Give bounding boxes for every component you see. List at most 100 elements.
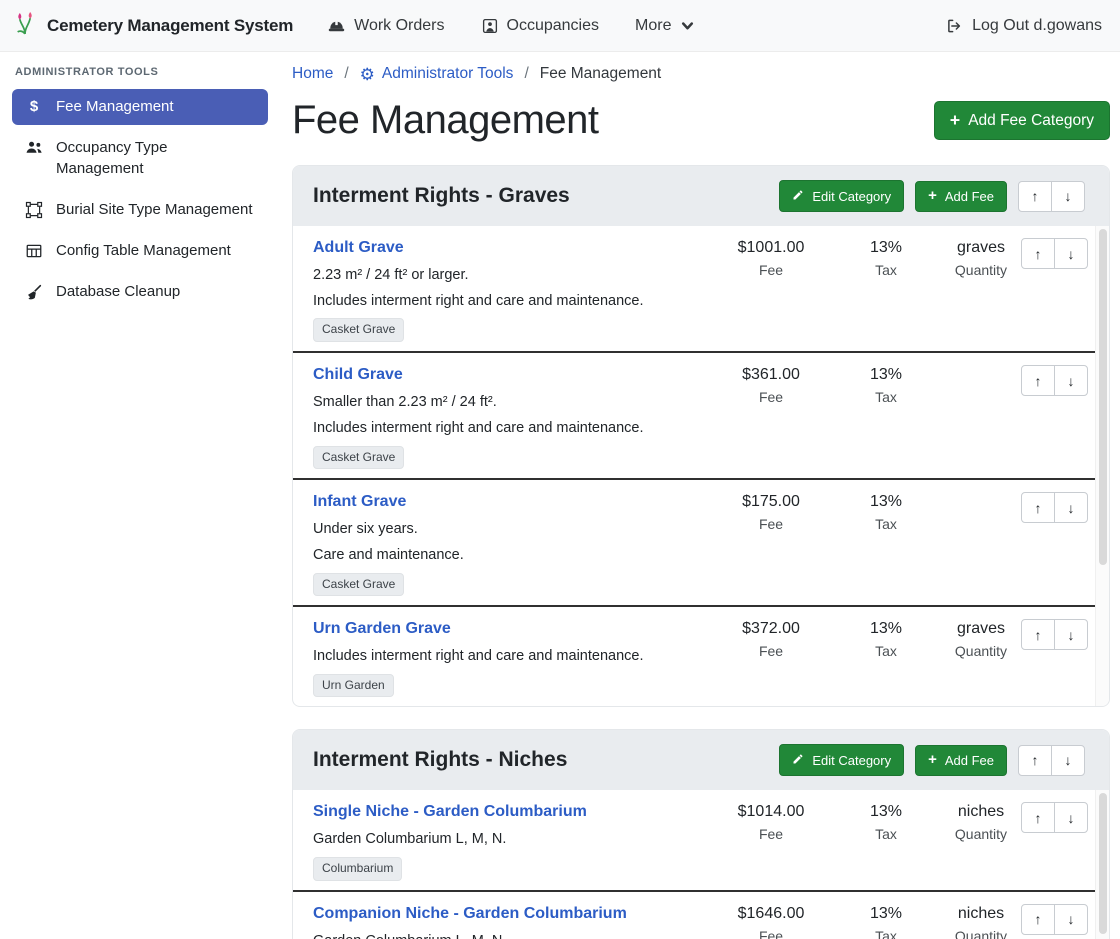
breadcrumb-separator: / bbox=[344, 65, 348, 83]
main-content: Home / ⚙ Administrator Tools / Fee Manag… bbox=[280, 52, 1120, 939]
fee-description: Includes interment right and care and ma… bbox=[313, 647, 711, 666]
button-label: Add Fee Category bbox=[968, 113, 1094, 129]
fee-amount-col: $361.00 Fee bbox=[711, 365, 831, 405]
nav-more[interactable]: More bbox=[635, 17, 694, 35]
fee-label: Fee bbox=[711, 516, 831, 532]
fee-name-link[interactable]: Child Grave bbox=[313, 365, 403, 386]
sidebar-item-occupancy-type-management[interactable]: Occupancy Type Management bbox=[12, 130, 268, 187]
move-fee-down-button[interactable]: ↓ bbox=[1054, 802, 1088, 833]
sidebar-item-database-cleanup[interactable]: Database Cleanup bbox=[12, 274, 268, 310]
page-title: Fee Management bbox=[292, 98, 599, 143]
fee-info: Child Grave Smaller than 2.23 m² / 24 ft… bbox=[313, 365, 711, 469]
layout: ADMINISTRATOR TOOLS $ Fee Management bbox=[0, 52, 1120, 939]
move-fee-down-button[interactable]: ↓ bbox=[1054, 492, 1088, 523]
move-fee-up-button[interactable]: ↑ bbox=[1021, 238, 1055, 269]
move-fee-up-button[interactable]: ↑ bbox=[1021, 802, 1055, 833]
move-fee-up-button[interactable]: ↑ bbox=[1021, 365, 1055, 396]
category-actions: Edit Category + Add Fee ↑ ↓ bbox=[779, 180, 1085, 212]
fee-quantity: graves bbox=[941, 239, 1021, 257]
scrollbar-thumb[interactable] bbox=[1099, 793, 1107, 933]
add-fee-button[interactable]: + Add Fee bbox=[915, 181, 1007, 212]
nav-label: More bbox=[635, 17, 671, 35]
fee-name-link[interactable]: Companion Niche - Garden Columbarium bbox=[313, 904, 627, 925]
fee-description: Garden Columbarium L, M, N. bbox=[313, 932, 711, 939]
fee-amount: $361.00 bbox=[711, 366, 831, 384]
brand-title: Cemetery Management System bbox=[47, 16, 293, 36]
fee-description: Includes interment right and care and ma… bbox=[313, 292, 711, 311]
category-title: Interment Rights - Niches bbox=[313, 748, 567, 772]
sidebar-item-burial-site-type-management[interactable]: Burial Site Type Management bbox=[12, 192, 268, 228]
fee-label: Fee bbox=[711, 826, 831, 842]
move-fee-up-button[interactable]: ↑ bbox=[1021, 904, 1055, 935]
nav-label: Work Orders bbox=[354, 17, 444, 35]
fee-quantity-col: graves Quantity bbox=[941, 238, 1021, 278]
move-category-down-button[interactable]: ↓ bbox=[1051, 181, 1085, 212]
fee-quantity: graves bbox=[941, 620, 1021, 638]
primary-nav: Work Orders Occupancies More bbox=[327, 17, 694, 35]
add-fee-category-button[interactable]: + Add Fee Category bbox=[934, 101, 1110, 141]
breadcrumb-admin-tools[interactable]: ⚙ Administrator Tools bbox=[360, 65, 514, 83]
move-category-up-button[interactable]: ↑ bbox=[1018, 745, 1052, 776]
edit-category-button[interactable]: Edit Category bbox=[779, 180, 904, 212]
brand[interactable]: Cemetery Management System bbox=[12, 10, 293, 41]
tulip-logo-icon bbox=[12, 10, 38, 41]
add-fee-button[interactable]: + Add Fee bbox=[915, 745, 1007, 776]
scrollbar-thumb[interactable] bbox=[1099, 229, 1107, 565]
nav-occupancies[interactable]: Occupancies bbox=[481, 17, 600, 35]
fee-tax-col: 13% Tax bbox=[831, 619, 941, 659]
page: Cemetery Management System Work Orders bbox=[0, 0, 1120, 939]
breadcrumb-home[interactable]: Home bbox=[292, 65, 333, 83]
fee-tax-col: 13% Tax bbox=[831, 802, 941, 842]
tax-label: Tax bbox=[831, 262, 941, 278]
arrow-up-icon: ↑ bbox=[1032, 752, 1039, 768]
move-fee-down-button[interactable]: ↓ bbox=[1054, 238, 1088, 269]
fee-name-link[interactable]: Single Niche - Garden Columbarium bbox=[313, 802, 587, 823]
edit-category-button[interactable]: Edit Category bbox=[779, 744, 904, 776]
category-header: Interment Rights - Niches Edit Category … bbox=[293, 730, 1109, 790]
arrow-down-icon: ↓ bbox=[1068, 911, 1075, 927]
fee-info: Adult Grave 2.23 m² / 24 ft² or larger. … bbox=[313, 238, 711, 342]
fee-amount: $1014.00 bbox=[711, 803, 831, 821]
logout-link[interactable]: Log Out d.gowans bbox=[945, 17, 1102, 35]
fee-row: Single Niche - Garden Columbarium Garden… bbox=[293, 790, 1095, 889]
fee-description: Garden Columbarium L, M, N. bbox=[313, 830, 711, 849]
sidebar-item-config-table-management[interactable]: Config Table Management bbox=[12, 233, 268, 269]
fee-name-link[interactable]: Adult Grave bbox=[313, 238, 404, 259]
fee-type-badge: Urn Garden bbox=[313, 674, 394, 698]
fee-quantity-col bbox=[941, 365, 1021, 366]
move-category-up-button[interactable]: ↑ bbox=[1018, 181, 1052, 212]
arrow-down-icon: ↓ bbox=[1065, 752, 1072, 768]
move-fee-down-button[interactable]: ↓ bbox=[1054, 904, 1088, 935]
tax-label: Tax bbox=[831, 389, 941, 405]
sidebar-item-fee-management[interactable]: $ Fee Management bbox=[12, 89, 268, 125]
move-fee-up-button[interactable]: ↑ bbox=[1021, 619, 1055, 650]
move-category-down-button[interactable]: ↓ bbox=[1051, 745, 1085, 776]
pencil-icon bbox=[792, 753, 804, 767]
tax-label: Tax bbox=[831, 516, 941, 532]
move-fee-down-button[interactable]: ↓ bbox=[1054, 619, 1088, 650]
fee-tax: 13% bbox=[831, 493, 941, 511]
fee-tax-col: 13% Tax bbox=[831, 365, 941, 405]
tax-label: Tax bbox=[831, 643, 941, 659]
move-fee-down-button[interactable]: ↓ bbox=[1054, 365, 1088, 396]
quantity-label: Quantity bbox=[941, 262, 1021, 278]
fee-amount-col: $1014.00 Fee bbox=[711, 802, 831, 842]
card-scrollbar[interactable] bbox=[1095, 226, 1109, 706]
gear-icon: ⚙ bbox=[360, 66, 375, 83]
move-fee-up-button[interactable]: ↑ bbox=[1021, 492, 1055, 523]
nav-work-orders[interactable]: Work Orders bbox=[327, 17, 444, 35]
fee-name-link[interactable]: Urn Garden Grave bbox=[313, 619, 451, 640]
arrow-up-icon: ↑ bbox=[1035, 911, 1042, 927]
card-scrollbar[interactable] bbox=[1095, 790, 1109, 939]
table-icon bbox=[24, 242, 44, 260]
arrow-down-icon: ↓ bbox=[1068, 810, 1075, 826]
sidebar-item-label: Config Table Management bbox=[56, 241, 231, 261]
fee-name-link[interactable]: Infant Grave bbox=[313, 492, 406, 513]
plus-icon: + bbox=[928, 190, 937, 202]
category-reorder-group: ↑ ↓ bbox=[1018, 181, 1085, 212]
fee-tax: 13% bbox=[831, 803, 941, 821]
nav-label: Occupancies bbox=[507, 17, 600, 35]
category-title: Interment Rights - Graves bbox=[313, 184, 570, 208]
category-body: Adult Grave 2.23 m² / 24 ft² or larger. … bbox=[293, 226, 1109, 706]
chevron-down-icon bbox=[681, 20, 694, 31]
